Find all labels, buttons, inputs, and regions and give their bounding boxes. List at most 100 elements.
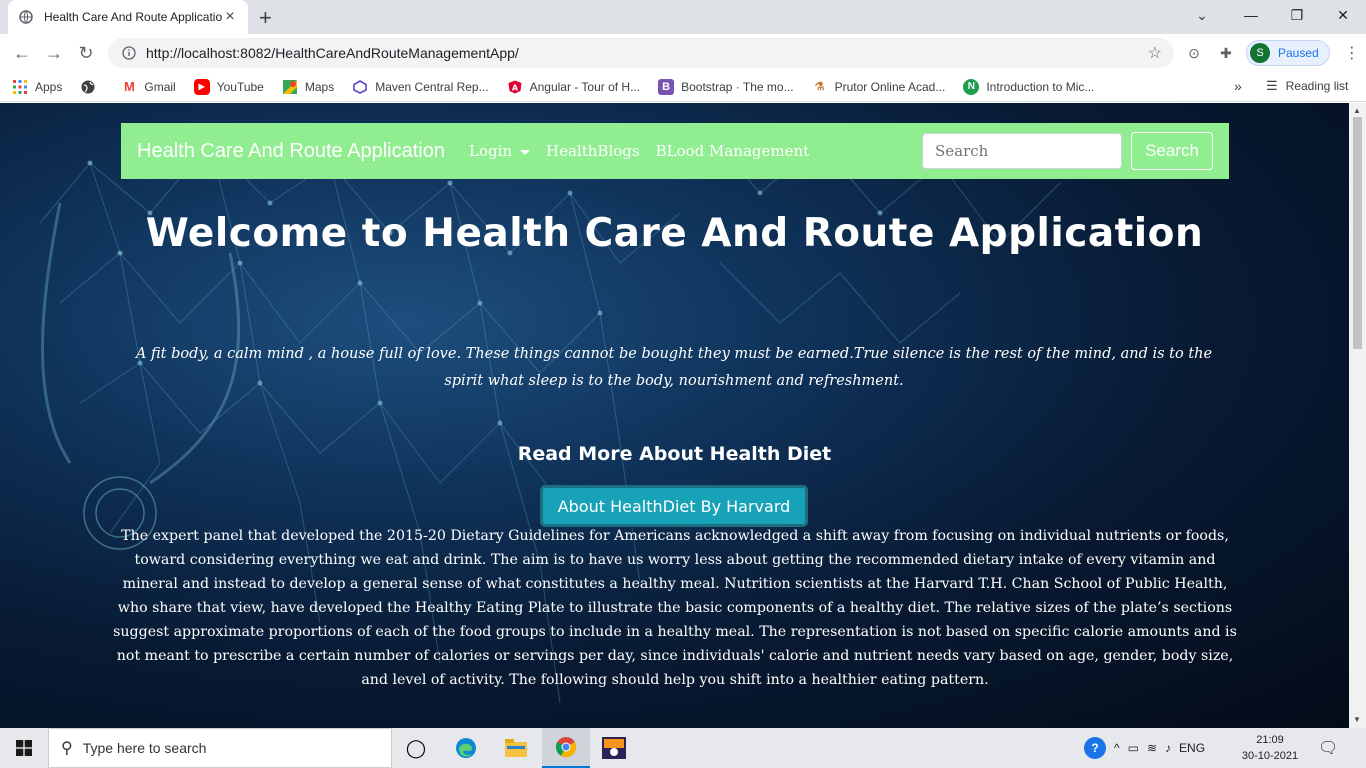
scroll-down-icon[interactable]: ▼ (1353, 715, 1361, 724)
menu-kebab-icon[interactable]: ⋮ (1344, 43, 1360, 63)
notification-icon[interactable]: 🗨 (1318, 738, 1338, 758)
tab-search-icon[interactable]: ⌄ (1196, 7, 1208, 24)
avatar: S (1250, 43, 1270, 63)
nav-link-healthblogs[interactable]: HealthBlogs (546, 142, 640, 160)
page-title: Welcome to Health Care And Route Applica… (145, 211, 1204, 256)
profile-status: Paused (1278, 46, 1319, 60)
bookmark-label: Apps (35, 79, 63, 94)
prutor-icon: ⚗ (814, 81, 825, 93)
bookmark-bootstrap[interactable]: B Bootstrap · The mo... (658, 78, 794, 95)
quote-text: A fit body, a calm mind , a house full o… (135, 346, 1213, 389)
diet-description: The expert panel that developed the 2015… (113, 528, 1237, 688)
toolbar-right: ⊙ ✚ S Paused ⋮ (1182, 38, 1360, 68)
profile-button[interactable]: S Paused (1246, 40, 1330, 66)
address-bar[interactable]: http://localhost:8082/HealthCareAndRoute… (108, 38, 1174, 68)
bookmark-intro[interactable]: N Introduction to Mic... (963, 78, 1095, 95)
login-label: Login (468, 142, 513, 160)
site-info-icon[interactable] (120, 44, 138, 62)
reading-list-label: Reading list (1285, 79, 1349, 93)
tab-title: Health Care And Route Applicatio (44, 10, 222, 24)
more-bookmarks-icon[interactable]: » (1234, 78, 1242, 94)
search-icon: ⚲ (61, 740, 73, 757)
search-input[interactable]: Search (922, 133, 1122, 169)
login-dropdown[interactable]: Login (468, 142, 531, 160)
task-view-icon[interactable]: ◯ (392, 728, 440, 768)
reading-list-button[interactable]: ☰ Reading list (1266, 78, 1348, 94)
bookmark-label: Prutor Online Acad... (834, 79, 946, 94)
maven-icon (352, 79, 368, 95)
bootstrap-icon: B (658, 78, 675, 95)
diet-subheading: Read More About Health Diet (517, 443, 832, 465)
bookmark-label: Gmail (144, 79, 176, 94)
taskbar-search-placeholder: Type here to search (82, 740, 207, 756)
volume-icon[interactable]: ♪ (1165, 741, 1171, 755)
windows-logo-icon (16, 740, 32, 756)
system-tray: ? ^ ▭ ≋ ♪ ENG (1084, 728, 1205, 768)
chevron-up-icon[interactable]: ^ (1114, 741, 1120, 755)
navbar-brand[interactable]: Health Care And Route Application (137, 140, 445, 163)
battery-icon[interactable]: ▭ (1128, 741, 1139, 755)
restore-icon[interactable]: ❐ (1274, 0, 1320, 30)
n-icon: N (963, 78, 980, 95)
maps-icon (282, 79, 298, 95)
caret-down-icon (520, 149, 531, 155)
windows-taskbar: ⚲ Type here to search ◯ ? ^ ▭ ≋ ♪ ENG 21… (0, 728, 1366, 768)
bookmark-label: Maven Central Rep... (375, 79, 489, 94)
bookmark-label: Bootstrap · The mo... (681, 79, 794, 94)
bookmark-prutor[interactable]: ⚗ Prutor Online Acad... (812, 79, 946, 95)
edge-icon[interactable] (442, 728, 490, 768)
search-button[interactable]: Search (1131, 132, 1213, 170)
taskbar-search[interactable]: ⚲ Type here to search (48, 728, 392, 768)
wifi-icon[interactable]: ≋ (1147, 741, 1157, 755)
gmail-icon: M (123, 79, 135, 94)
nav-link-blood-management[interactable]: BLood Management (656, 142, 810, 160)
bookmark-label: YouTube (216, 79, 264, 94)
file-explorer-icon[interactable] (492, 728, 540, 768)
site-navbar: Health Care And Route Application Login … (121, 123, 1229, 179)
globe-icon (80, 79, 96, 95)
close-tab-icon[interactable]: × (222, 8, 238, 26)
reload-icon[interactable]: ↻ (70, 43, 102, 64)
back-icon[interactable]: ← (6, 43, 38, 64)
bookmark-gmail[interactable]: M Gmail (121, 79, 176, 95)
browser-tab[interactable]: Health Care And Route Applicatio × (8, 0, 248, 34)
url-text[interactable]: http://localhost:8082/HealthCareAndRoute… (146, 45, 1148, 61)
minimize-icon[interactable]: — (1228, 0, 1274, 30)
bookmark-youtube[interactable]: ▶ YouTube (193, 78, 264, 95)
window-controls: — ❐ ✕ (1228, 0, 1366, 34)
bookmark-label: Angular - Tour of H... (529, 79, 641, 94)
clock-date: 30-10-2021 (1241, 750, 1299, 762)
bookmark-angular[interactable]: A Angular - Tour of H... (507, 79, 641, 95)
apps-grid-icon (12, 79, 28, 95)
language-indicator[interactable]: ENG (1179, 741, 1205, 755)
bookmark-maven[interactable]: Maven Central Rep... (352, 79, 489, 95)
page-scrollbar[interactable]: ▲ ▼ (1349, 103, 1366, 728)
svg-text:A: A (511, 83, 518, 92)
puzzle-icon[interactable]: ✚ (1214, 41, 1238, 65)
extension-icon[interactable]: ⊙ (1182, 41, 1206, 65)
browser-tab-strip: Health Care And Route Applicatio × + ⌄ —… (0, 0, 1366, 34)
bookmark-star-icon[interactable]: ☆ (1148, 43, 1162, 63)
youtube-icon: ▶ (193, 78, 210, 95)
new-tab-icon[interactable]: + (259, 5, 272, 31)
close-window-icon[interactable]: ✕ (1320, 0, 1366, 30)
clock-time: 21:09 (1256, 734, 1284, 746)
bookmark-globe[interactable] (80, 79, 103, 95)
start-button[interactable] (0, 728, 48, 768)
bookmarks-bar: Apps M Gmail ▶ YouTube Maps Maven Centra… (0, 72, 1366, 102)
angular-icon: A (507, 79, 523, 95)
forward-icon[interactable]: → (38, 43, 70, 64)
bookmark-maps[interactable]: Maps (282, 79, 334, 95)
help-icon[interactable]: ? (1084, 737, 1106, 759)
reading-list-icon: ☰ (1266, 78, 1278, 93)
bookmark-label: Introduction to Mic... (986, 79, 1095, 94)
eclipse-ide-icon[interactable] (590, 728, 638, 768)
bookmark-apps[interactable]: Apps (12, 79, 62, 95)
harvard-diet-button[interactable]: About HealthDiet By Harvard (540, 485, 808, 527)
bookmark-label: Maps (304, 79, 335, 94)
scroll-thumb[interactable] (1353, 117, 1362, 349)
page-viewport: Health Care And Route Application Login … (0, 103, 1349, 728)
taskbar-clock[interactable]: 21:09 30-10-2021 (1240, 732, 1300, 764)
chrome-icon[interactable] (542, 728, 590, 768)
scroll-up-icon[interactable]: ▲ (1353, 106, 1361, 115)
